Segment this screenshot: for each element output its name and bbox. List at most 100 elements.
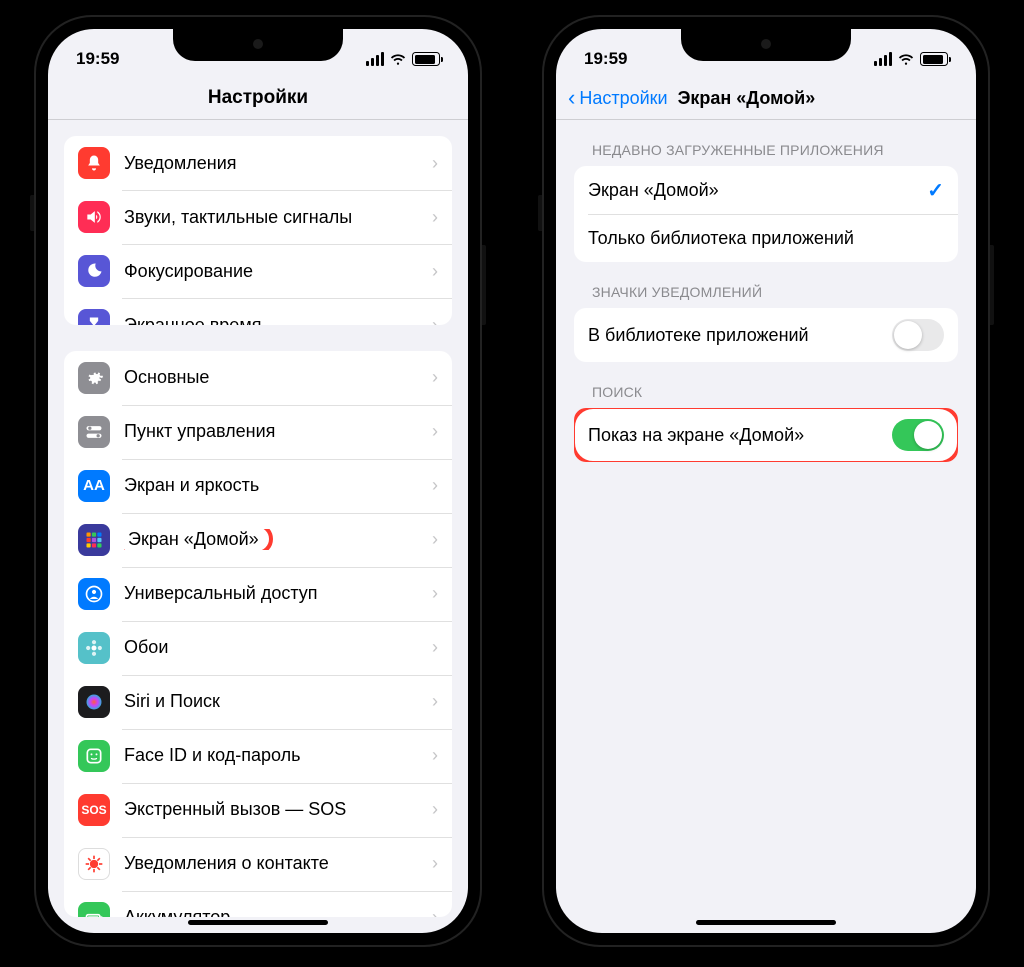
checkmark-icon: ✓ bbox=[927, 178, 944, 203]
battery-icon bbox=[412, 52, 440, 66]
hourglass-icon bbox=[78, 309, 110, 325]
nav-header: Настройки bbox=[48, 81, 468, 120]
toggle-label: Показ на экране «Домой» bbox=[588, 425, 878, 446]
settings-row[interactable]: Фокусирование › bbox=[64, 244, 452, 298]
row-label: Экстренный вызов — SOS bbox=[124, 799, 418, 820]
chevron-left-icon: ‹ bbox=[568, 87, 575, 109]
battery-icon bbox=[920, 52, 948, 66]
switches-icon bbox=[78, 416, 110, 448]
row-label: Звуки, тактильные сигналы bbox=[124, 207, 418, 228]
sos-icon: SOS bbox=[78, 794, 110, 826]
homescreen-content: НЕДАВНО ЗАГРУЖЕННЫЕ ПРИЛОЖЕНИЯ Экран «До… bbox=[556, 120, 976, 933]
chevron-right-icon: › bbox=[432, 745, 438, 766]
nav-header: ‹ Настройки Экран «Домой» bbox=[556, 81, 976, 120]
switch[interactable] bbox=[892, 419, 944, 451]
row-label: Обои bbox=[124, 637, 418, 658]
chevron-right-icon: › bbox=[432, 153, 438, 174]
chevron-right-icon: › bbox=[432, 475, 438, 496]
page-title: Экран «Домой» bbox=[678, 88, 816, 109]
settings-row[interactable]: Уведомления о контакте › bbox=[64, 837, 452, 891]
toggle-label: В библиотеке приложений bbox=[588, 325, 878, 346]
section-title: НЕДАВНО ЗАГРУЖЕННЫЕ ПРИЛОЖЕНИЯ bbox=[574, 142, 958, 166]
settings-row[interactable]: Пункт управления › bbox=[64, 405, 452, 459]
person-icon bbox=[78, 578, 110, 610]
settings-row[interactable]: SOS Экстренный вызов — SOS › bbox=[64, 783, 452, 837]
status-time: 19:59 bbox=[76, 49, 119, 69]
option-group: Экран «Домой» ✓ Только библиотека прилож… bbox=[574, 166, 958, 262]
chevron-right-icon: › bbox=[432, 799, 438, 820]
chevron-right-icon: › bbox=[432, 691, 438, 712]
toggle-group: В библиотеке приложений bbox=[574, 308, 958, 362]
settings-content[interactable]: Уведомления›Звуки, тактильные сигналы›Фо… bbox=[48, 120, 468, 933]
toggle-library-badges[interactable]: В библиотеке приложений bbox=[574, 308, 958, 362]
settings-row[interactable]: Основные › bbox=[64, 351, 452, 405]
row-label: Экран и яркость bbox=[124, 475, 418, 496]
home-indicator[interactable] bbox=[188, 920, 328, 925]
notch bbox=[681, 29, 851, 61]
row-label: Экранное время bbox=[124, 315, 418, 325]
option-homescreen[interactable]: Экран «Домой» ✓ bbox=[574, 166, 958, 214]
row-label: Аккумулятор bbox=[124, 907, 418, 917]
settings-row[interactable]: Звуки, тактильные сигналы› bbox=[64, 190, 452, 244]
section-recent: НЕДАВНО ЗАГРУЖЕННЫЕ ПРИЛОЖЕНИЯ Экран «До… bbox=[574, 142, 958, 262]
section-badges: ЗНАЧКИ УВЕДОМЛЕНИЙ В библиотеке приложен… bbox=[574, 284, 958, 362]
aa-icon: AA bbox=[78, 470, 110, 502]
cellular-icon bbox=[366, 52, 385, 66]
section-title: ПОИСК bbox=[574, 384, 958, 408]
chevron-right-icon: › bbox=[432, 421, 438, 442]
home-indicator[interactable] bbox=[696, 920, 836, 925]
toggle-group: Показ на экране «Домой» bbox=[574, 408, 958, 462]
cellular-icon bbox=[874, 52, 893, 66]
settings-row[interactable]: Уведомления › bbox=[64, 136, 452, 190]
status-icons bbox=[366, 52, 441, 66]
section-title: ЗНАЧКИ УВЕДОМЛЕНИЙ bbox=[574, 284, 958, 308]
chevron-right-icon: › bbox=[432, 583, 438, 604]
settings-row[interactable]: Экран «Домой» › bbox=[64, 513, 452, 567]
row-label: Face ID и код-пароль bbox=[124, 745, 418, 766]
switch[interactable] bbox=[892, 319, 944, 351]
settings-row[interactable]: AA Экран и яркость › bbox=[64, 459, 452, 513]
moon-icon bbox=[78, 255, 110, 287]
back-label: Настройки bbox=[579, 88, 667, 109]
toggle-show-on-home[interactable]: Показ на экране «Домой» bbox=[574, 408, 958, 462]
wifi-icon bbox=[897, 52, 915, 66]
row-label: Уведомления о контакте bbox=[124, 853, 418, 874]
screen: 19:59 ‹ Настройки Экран «Домой» НЕДАВНО … bbox=[556, 29, 976, 933]
option-label: Только библиотека приложений bbox=[588, 228, 944, 249]
chevron-right-icon: › bbox=[432, 261, 438, 282]
chevron-right-icon: › bbox=[432, 315, 438, 325]
row-label: Пункт управления bbox=[124, 421, 418, 442]
row-label: Фокусирование bbox=[124, 261, 418, 282]
row-label: Уведомления bbox=[124, 153, 418, 174]
chevron-right-icon: › bbox=[432, 367, 438, 388]
battery-icon bbox=[78, 902, 110, 917]
chevron-right-icon: › bbox=[432, 529, 438, 550]
settings-row[interactable]: Универсальный доступ› bbox=[64, 567, 452, 621]
siri-icon bbox=[78, 686, 110, 718]
settings-row[interactable]: Обои › bbox=[64, 621, 452, 675]
virus-icon bbox=[78, 848, 110, 880]
settings-row[interactable]: Face ID и код-пароль › bbox=[64, 729, 452, 783]
chevron-right-icon: › bbox=[432, 853, 438, 874]
chevron-right-icon: › bbox=[432, 637, 438, 658]
settings-group-1: Уведомления›Звуки, тактильные сигналы›Фо… bbox=[64, 136, 452, 325]
settings-row[interactable]: Экранное время › bbox=[64, 298, 452, 325]
face-icon bbox=[78, 740, 110, 772]
speaker-icon bbox=[78, 201, 110, 233]
row-label: Siri и Поиск bbox=[124, 691, 418, 712]
status-icons bbox=[874, 52, 949, 66]
gear-icon bbox=[78, 362, 110, 394]
option-library-only[interactable]: Только библиотека приложений bbox=[574, 214, 958, 262]
back-button[interactable]: ‹ Настройки bbox=[568, 87, 668, 109]
row-label: Экран «Домой» bbox=[124, 529, 418, 550]
flower-icon bbox=[78, 632, 110, 664]
page-title: Настройки bbox=[66, 87, 450, 109]
row-label: Основные bbox=[124, 367, 418, 388]
wifi-icon bbox=[389, 52, 407, 66]
notch bbox=[173, 29, 343, 61]
screen: 19:59 Настройки Уведомления › Звуки, такти… bbox=[48, 29, 468, 933]
option-label: Экран «Домой» bbox=[588, 180, 913, 201]
settings-row[interactable]: Аккумулятор› bbox=[64, 891, 452, 917]
status-time: 19:59 bbox=[584, 49, 627, 69]
settings-row[interactable]: Siri и Поиск › bbox=[64, 675, 452, 729]
